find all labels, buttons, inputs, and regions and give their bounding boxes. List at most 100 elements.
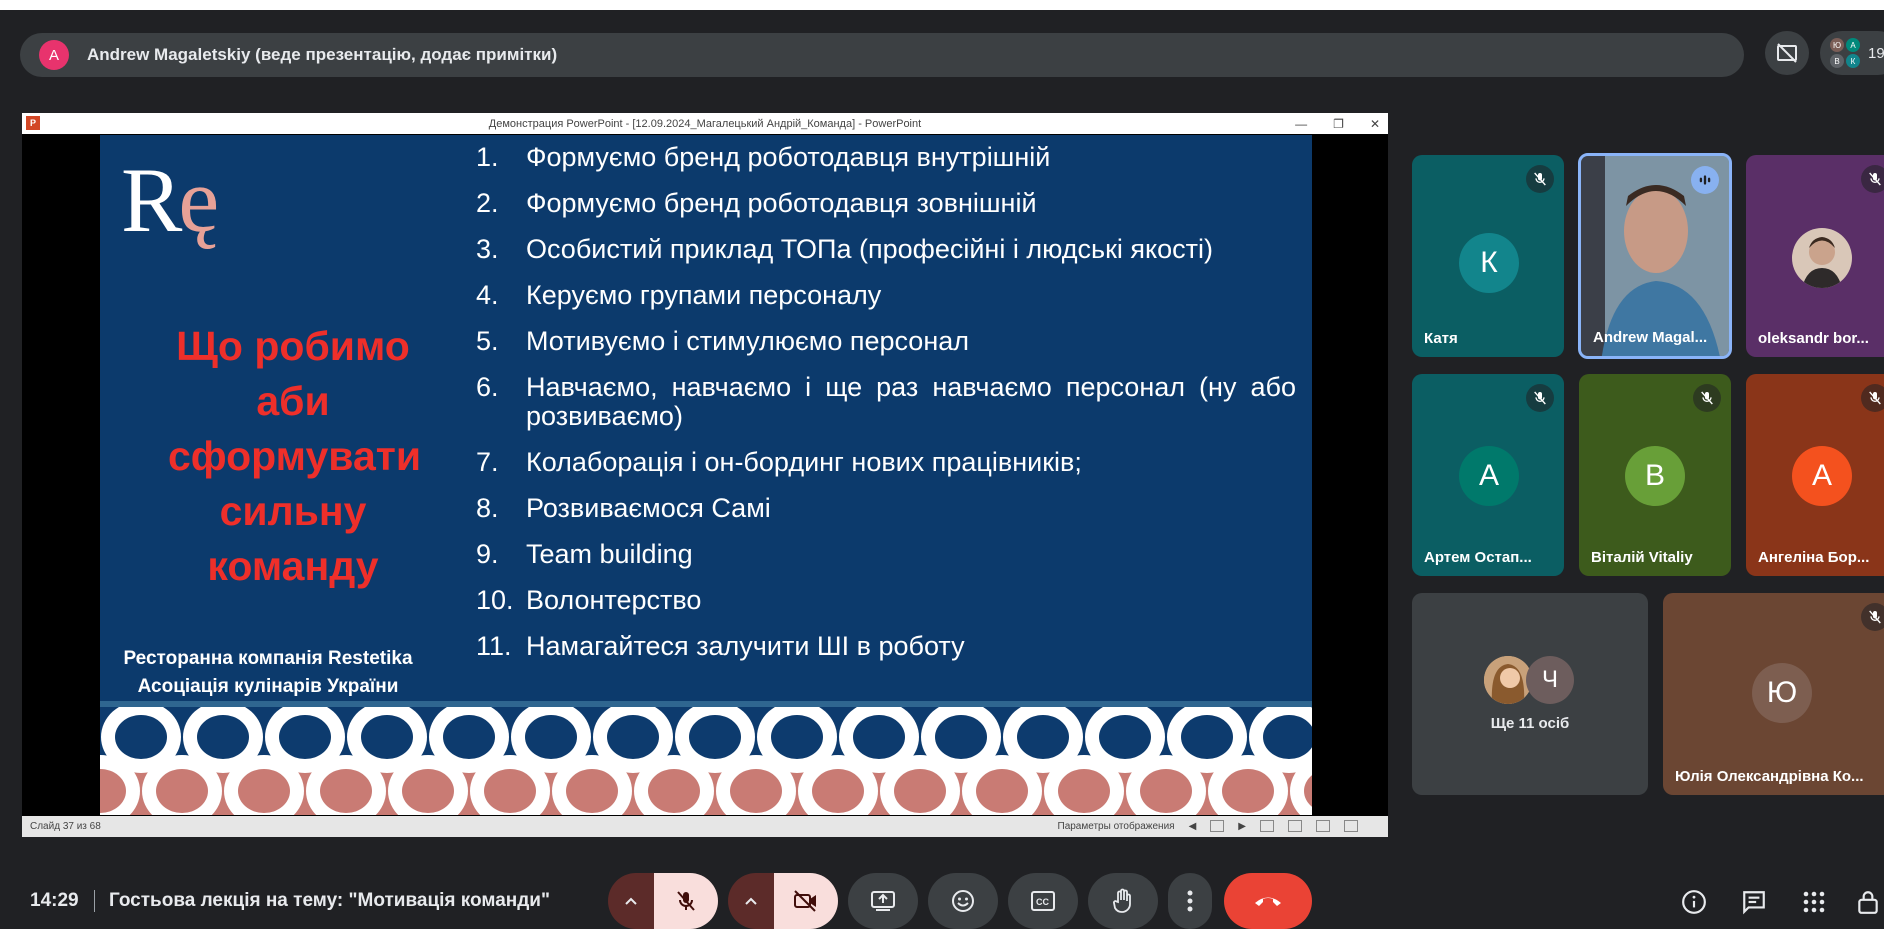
clock: 14:29 [30, 890, 79, 911]
avatar: Ч [1526, 656, 1574, 704]
audio-controls [608, 873, 718, 929]
participant-tile-angelina[interactable]: А Ангеліна Бор... [1746, 374, 1884, 576]
list-item: 10. Волонтерство [476, 585, 702, 615]
participant-tile-vitaliy[interactable]: В Віталій Vitaliy [1579, 374, 1731, 576]
chevron-up-icon [625, 897, 637, 905]
participant-tile-oleksandr[interactable]: oleksandr bor... [1746, 155, 1884, 357]
activities-button[interactable] [1798, 886, 1830, 918]
audio-options-button[interactable] [608, 873, 654, 929]
participant-tile-katya[interactable]: К Катя [1412, 155, 1564, 357]
window-controls: — ❐ ✕ [1295, 113, 1380, 134]
participants-button[interactable]: Ю А В К 19 [1820, 31, 1884, 75]
camera-toggle-button[interactable] [774, 873, 838, 929]
restore-icon: ❐ [1333, 116, 1344, 131]
chat-button[interactable] [1738, 886, 1770, 918]
mini-avatar: А [1846, 38, 1860, 52]
info-icon [1682, 890, 1706, 914]
reactions-button[interactable] [928, 873, 998, 929]
hang-up-button[interactable] [1224, 873, 1312, 929]
captions-button[interactable]: CC [1008, 873, 1078, 929]
mini-avatar: В [1830, 54, 1844, 68]
powerpoint-icon: P [26, 116, 40, 130]
raise-hand-icon [1113, 888, 1131, 913]
profile-photo-icon [1802, 237, 1842, 288]
presenter-label: Andrew Magaletskiy (веде презентацію, до… [87, 45, 558, 64]
prev-icon: ◀ [1188, 820, 1197, 832]
decorative-pattern [100, 701, 1312, 815]
avatar: В [1625, 446, 1685, 506]
mic-off-icon [1534, 172, 1546, 186]
mic-off-icon [1534, 391, 1546, 405]
meeting-info-button[interactable] [1678, 886, 1710, 918]
emoji-icon [952, 890, 974, 912]
speaking-icon [1699, 175, 1711, 185]
host-controls-button[interactable] [1852, 886, 1884, 918]
powerpoint-statusbar: Слайд 37 из 68 Параметры отображения ◀ ▶ [22, 816, 1388, 837]
participant-name: Артем Остап... [1424, 549, 1532, 566]
avatar: К [1459, 233, 1519, 293]
powerpoint-titlebar: P Демонстрация PowerPoint - [12.09.2024_… [22, 113, 1388, 134]
normal-view-icon [1260, 820, 1274, 832]
hang-up-icon [1255, 897, 1281, 906]
avatar: А [1459, 446, 1519, 506]
mini-avatar: К [1846, 54, 1860, 68]
more-options-button[interactable] [1168, 873, 1212, 929]
slide-footer: Ресторанна компанія Restetika Асоціація … [123, 648, 413, 697]
mic-off-icon [1701, 391, 1713, 405]
apps-icon [1803, 891, 1825, 913]
minimize-icon: — [1295, 116, 1308, 131]
profile-photo-icon [1484, 656, 1532, 704]
avatar-photo [1484, 656, 1532, 704]
mic-muted-badge [1861, 165, 1884, 193]
raise-hand-button[interactable] [1088, 873, 1158, 929]
avatar-photo [1792, 228, 1852, 288]
slide: Rę Що робимо аби сформувати сильну коман… [100, 135, 1312, 815]
hide-tiles-button[interactable] [1765, 31, 1809, 75]
mic-off-icon [1869, 172, 1881, 186]
participant-name: oleksandr bor... [1758, 330, 1869, 347]
chat-icon [1743, 891, 1765, 915]
list-item: 5. Мотивуємо і стимулюємо персонал [476, 326, 970, 356]
display-settings-label: Параметры отображения [1057, 820, 1175, 832]
divider [94, 890, 95, 912]
participant-name: Юлія Олександрівна Ко... [1675, 768, 1864, 785]
lock-icon [1858, 891, 1878, 914]
mic-toggle-button[interactable] [654, 873, 718, 929]
svg-text:CC: CC [1036, 897, 1049, 907]
more-participants-label: Ще 11 осіб [1490, 715, 1570, 732]
slide-list: 1. Формуємо бренд роботодавця внутрішній … [476, 143, 1296, 678]
participant-count: 19 [1868, 44, 1884, 62]
sorter-view-icon [1288, 820, 1302, 832]
video-options-button[interactable] [728, 873, 774, 929]
participant-name: Катя [1424, 330, 1458, 347]
restetika-logo: Rę [121, 149, 219, 251]
list-item: 3. Особистий приклад ТОПа (професійні і л… [476, 234, 1213, 264]
hide-tiles-icon [1777, 43, 1797, 63]
participant-tile-andrew[interactable]: Andrew Magal... [1578, 153, 1732, 359]
mic-off-icon [1869, 610, 1881, 624]
list-item: 8. Розвиваємося Самі [476, 493, 771, 523]
speaking-badge [1691, 166, 1719, 194]
chevron-up-icon [745, 897, 757, 905]
meeting-title: Гостьова лекція на тему: "Мотивація кома… [109, 890, 550, 911]
mic-muted-badge [1526, 384, 1554, 412]
list-item: 2. Формуємо бренд роботодавця зовнішній [476, 188, 1037, 218]
participant-tile-yulia[interactable]: Ю Юлія Олександрівна Ко... [1663, 593, 1884, 795]
slide-heading: Що робимо аби сформувати сильну команду [168, 323, 422, 589]
slideshow-view-icon [1344, 820, 1358, 832]
present-screen-button[interactable] [848, 873, 918, 929]
mic-muted-badge [1526, 165, 1554, 193]
list-item: 1. Формуємо бренд роботодавця внутрішній [476, 142, 1051, 172]
powerpoint-window-title: Демонстрация PowerPoint - [12.09.2024_Ма… [488, 117, 922, 130]
participant-name: Andrew Magal... [1593, 329, 1708, 346]
reading-view-icon [1316, 820, 1330, 832]
mic-off-icon [677, 891, 695, 911]
participant-name: Віталій Vitaliy [1591, 549, 1693, 566]
mic-off-icon [1869, 391, 1881, 405]
avatar: А [1792, 446, 1852, 506]
participant-tile-artem[interactable]: А Артем Остап... [1412, 374, 1564, 576]
close-icon: ✕ [1369, 116, 1380, 131]
list-item: 7. Колаборація і он-бординг нових працівн… [476, 447, 1082, 477]
more-participants-tile[interactable]: Ч Ще 11 осіб [1412, 593, 1648, 795]
mic-muted-badge [1861, 603, 1884, 631]
